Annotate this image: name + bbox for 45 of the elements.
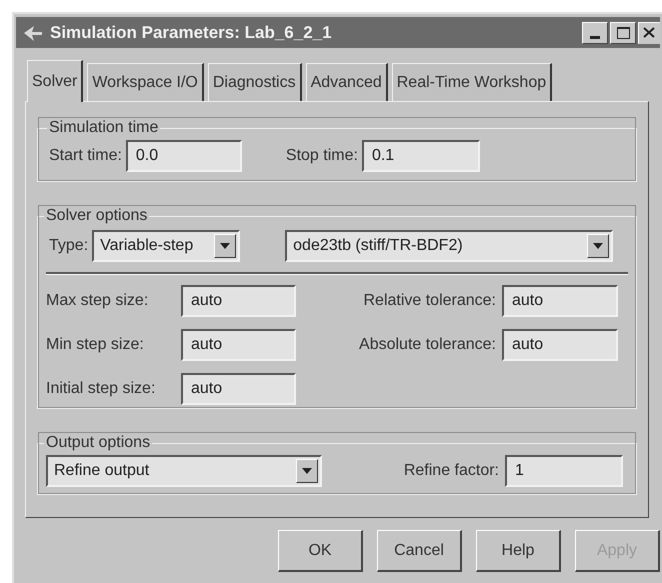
window-title: Simulation Parameters: Lab_6_2_1 [50, 22, 332, 44]
maximize-icon [616, 26, 630, 38]
minimize-button[interactable] [582, 22, 608, 44]
type-dropdown[interactable]: Variable-step [92, 230, 240, 262]
dialog-button[interactable]: Cancel [377, 530, 462, 572]
field-label: Start time: [49, 146, 122, 166]
input-field[interactable]: auto [181, 373, 296, 405]
dropdown-value: ode23tb (stiff/TR-BDF2) [293, 236, 463, 256]
maximize-button[interactable] [610, 22, 636, 44]
field-label: Max step size: [46, 291, 150, 311]
caret-icon [214, 234, 236, 258]
input-field[interactable]: auto [181, 329, 296, 361]
field-label: Stop time: [286, 146, 358, 166]
group-title: Output options [45, 433, 152, 453]
caret-icon [587, 234, 610, 258]
solver-dropdown[interactable]: ode23tb (stiff/TR-BDF2) [285, 230, 614, 262]
dialog-button[interactable]: Help [476, 530, 561, 572]
input-field[interactable]: 1 [505, 455, 623, 487]
input-field[interactable]: 0.0 [126, 140, 242, 172]
tab[interactable]: Solver [27, 60, 84, 102]
dropdown-value: Variable-step [100, 236, 194, 256]
group-title: Solver options [45, 206, 148, 226]
input-field[interactable]: auto [502, 285, 618, 317]
dropdown-value: Refine output [54, 461, 150, 481]
output-dropdown[interactable]: Refine output [46, 455, 322, 487]
close-button[interactable] [638, 22, 660, 44]
input-field[interactable]: auto [502, 329, 618, 361]
field-label: Refine factor: [404, 461, 499, 481]
input-field[interactable]: auto [181, 285, 296, 317]
field-label: Type: [49, 236, 88, 256]
caret-icon [296, 459, 318, 483]
close-icon [643, 27, 655, 38]
dialog-button[interactable]: OK [278, 530, 363, 572]
minimize-icon [590, 36, 600, 38]
arrow-icon [22, 24, 44, 42]
tab[interactable]: Real-Time Workshop [392, 63, 552, 101]
tab[interactable]: Advanced [306, 63, 388, 101]
group-title: Simulation time [48, 118, 160, 138]
field-label: Absolute tolerance: [359, 335, 496, 355]
input-field[interactable]: 0.1 [362, 140, 480, 172]
tab[interactable]: Workspace I/O [87, 63, 204, 101]
field-label: Relative tolerance: [363, 291, 496, 311]
field-label: Min step size: [46, 335, 145, 355]
field-label: Initial step size: [46, 379, 156, 399]
tab[interactable]: Diagnostics [208, 63, 302, 101]
